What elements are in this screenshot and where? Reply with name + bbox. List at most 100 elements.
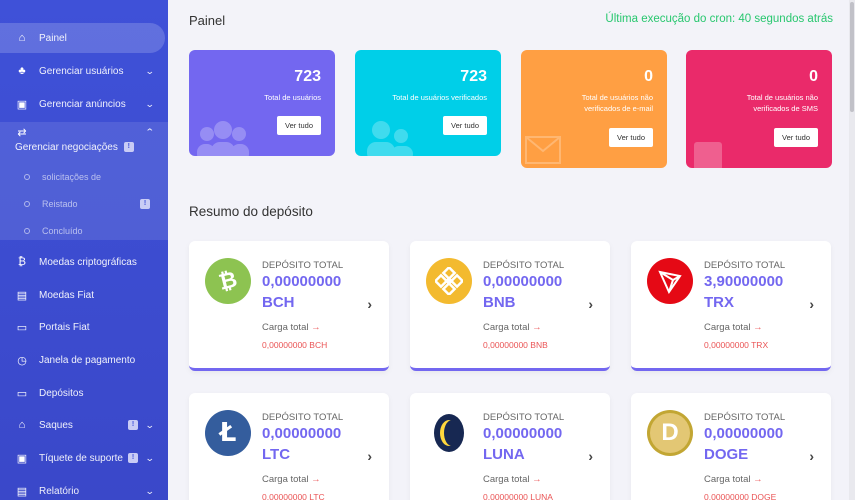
deposit-symbol: LTC	[262, 446, 291, 463]
sidebar-item-ads[interactable]: ▣ Gerenciar anúncios ⌄	[0, 89, 168, 119]
main-content: Painel Última execução do cron: 40 segun…	[168, 0, 855, 500]
chevron-down-icon: ⌄	[145, 98, 156, 109]
deposit-symbol: DOGE	[704, 446, 749, 463]
sidebar-item-fiat[interactable]: ▤ Moedas Fiat	[0, 280, 168, 310]
sidebar-item-trades-label[interactable]: Gerenciar negociações !	[0, 138, 168, 156]
chevron-right-icon[interactable]: ›	[588, 296, 593, 312]
exchange-icon: ⇄	[17, 126, 27, 139]
deposit-label: DEPÓSITO TOTAL	[483, 412, 565, 423]
users-icon: ♣	[18, 65, 26, 77]
sidebar-subitem-label: Concluído	[42, 226, 83, 236]
bitcoin-icon: ₿	[17, 256, 27, 268]
ticket-icon: ▣	[16, 452, 28, 465]
view-all-button[interactable]: Ver tudo	[277, 116, 321, 135]
charge-label: Carga total →	[262, 322, 321, 333]
stat-label: Total de usuários não verificados de e-m…	[581, 93, 653, 113]
deposit-amount: 0,00000000	[704, 425, 784, 442]
circle-icon	[24, 174, 30, 180]
sidebar-item-painel[interactable]: ⌂ Painel	[0, 23, 165, 53]
sidebar-item-report[interactable]: ▤ Relatório ⌄	[0, 476, 168, 500]
stat-card-email-unverified: 0 Total de usuários não verificados de e…	[521, 50, 667, 168]
deposit-amount: 3,90000000	[704, 273, 784, 290]
phone-icon	[694, 142, 722, 168]
deposit-amount: 0,00000000	[262, 273, 342, 290]
bitcoin-cash-icon: ₿	[205, 258, 251, 304]
sidebar-subitem-requests[interactable]: solicitações de	[24, 172, 101, 182]
deposit-amount: 0,00000000	[483, 425, 563, 442]
deposit-card-luna[interactable]: DEPÓSITO TOTAL 0,00000000 LUNA › Carga t…	[410, 393, 610, 500]
view-all-button[interactable]: Ver tudo	[609, 128, 653, 147]
sidebar-item-withdrawals[interactable]: ⌂ Saques ! ⌄	[0, 410, 168, 440]
sidebar-item-label: Gerenciar anúncios	[39, 98, 126, 110]
view-all-button[interactable]: Ver tudo	[443, 116, 487, 135]
circle-icon	[24, 201, 30, 207]
scrollbar-thumb[interactable]	[850, 2, 854, 112]
sidebar-item-label: Janela de pagamento	[39, 354, 136, 366]
sidebar-item-label: Gerenciar negociações	[15, 141, 118, 153]
chevron-down-icon: ⌄	[145, 452, 156, 463]
sidebar-item-deposits[interactable]: ▭ Depósitos	[0, 378, 168, 408]
sidebar-item-support[interactable]: ▣ Tíquete de suporte ! ⌄	[0, 443, 168, 473]
deposit-card-bch[interactable]: ₿ DEPÓSITO TOTAL 0,00000000 BCH › Carga …	[189, 241, 389, 371]
stat-label: Total de usuários verificados	[392, 93, 487, 102]
stat-card-sms-unverified: 0 Total de usuários não verificados de S…	[686, 50, 832, 168]
chevron-right-icon[interactable]: ›	[588, 448, 593, 464]
stat-card-total-users: 723 Total de usuários Ver tudo	[189, 50, 335, 156]
deposit-card-bnb[interactable]: DEPÓSITO TOTAL 0,00000000 BNB › Carga to…	[410, 241, 610, 371]
charge-value: 0,00000000 TRX	[704, 340, 769, 350]
chevron-right-icon[interactable]: ›	[367, 448, 372, 464]
chevron-right-icon[interactable]: ›	[809, 296, 814, 312]
chevron-right-icon[interactable]: ›	[367, 296, 372, 312]
litecoin-icon: Ł	[205, 410, 251, 456]
sidebar-badge: !	[128, 453, 138, 463]
sidebar-subitem-reistado[interactable]: Reistado !	[24, 199, 150, 209]
chevron-down-icon: ⌄	[145, 485, 156, 496]
deposit-label: DEPÓSITO TOTAL	[704, 412, 786, 423]
stat-card-verified-users: 723 Total de usuários verificados Ver tu…	[355, 50, 501, 156]
sidebar-item-fiat-portals[interactable]: ▭ Portais Fiat	[0, 312, 168, 342]
binance-icon	[426, 258, 472, 304]
chevron-right-icon[interactable]: ›	[809, 448, 814, 464]
dogecoin-icon: D	[647, 410, 693, 456]
sidebar-item-payment-window[interactable]: ◷ Janela de pagamento	[0, 345, 168, 375]
bank-icon: ⌂	[18, 419, 26, 431]
report-icon: ▤	[16, 485, 28, 498]
deposit-card-doge[interactable]: D DEPÓSITO TOTAL 0,00000000 DOGE › Carga…	[631, 393, 831, 500]
charge-label: Carga total →	[262, 474, 321, 485]
envelope-icon	[525, 136, 561, 164]
cron-status: Última execução do cron: 40 segundos atr…	[605, 13, 833, 25]
view-all-button[interactable]: Ver tudo	[774, 128, 818, 147]
charge-label: Carga total →	[704, 474, 763, 485]
stat-value: 0	[809, 68, 818, 85]
charge-label: Carga total →	[483, 322, 542, 333]
home-icon: ⌂	[18, 32, 26, 44]
deposit-label: DEPÓSITO TOTAL	[704, 260, 786, 271]
sidebar-item-crypto[interactable]: ₿ Moedas criptográficas	[0, 247, 168, 277]
charge-value: 0,00000000 LTC	[262, 492, 325, 500]
scrollbar[interactable]	[849, 0, 855, 500]
sidebar-item-label: Depósitos	[39, 387, 84, 399]
deposit-symbol: LUNA	[483, 446, 525, 463]
sidebar-badge: !	[140, 199, 150, 209]
deposit-label: DEPÓSITO TOTAL	[483, 260, 565, 271]
charge-value: 0,00000000 DOGE	[704, 492, 777, 500]
sidebar-item-users[interactable]: ♣ Gerenciar usuários ⌄	[0, 56, 168, 86]
sidebar-item-label: Tíquete de suporte	[39, 452, 123, 464]
sidebar-badge: !	[123, 142, 134, 152]
deposit-symbol: BNB	[483, 294, 516, 311]
money-icon: ▤	[16, 289, 28, 302]
card-icon: ▭	[16, 387, 28, 400]
sidebar-badge: !	[128, 420, 138, 430]
sidebar-item-label: Relatório	[39, 485, 80, 497]
stat-value: 0	[644, 68, 653, 85]
users-check-icon	[367, 121, 413, 156]
sidebar-subitem-concluded[interactable]: Concluído	[24, 226, 83, 236]
deposit-symbol: BCH	[262, 294, 295, 311]
wallet-icon: ▭	[16, 321, 28, 334]
clock-icon: ◷	[17, 354, 27, 367]
deposit-card-ltc[interactable]: Ł DEPÓSITO TOTAL 0,00000000 LTC › Carga …	[189, 393, 389, 500]
tron-icon	[647, 258, 693, 304]
stat-value: 723	[460, 68, 487, 85]
sidebar-item-label: Gerenciar usuários	[39, 65, 124, 77]
deposit-card-trx[interactable]: DEPÓSITO TOTAL 3,90000000 TRX › Carga to…	[631, 241, 831, 371]
